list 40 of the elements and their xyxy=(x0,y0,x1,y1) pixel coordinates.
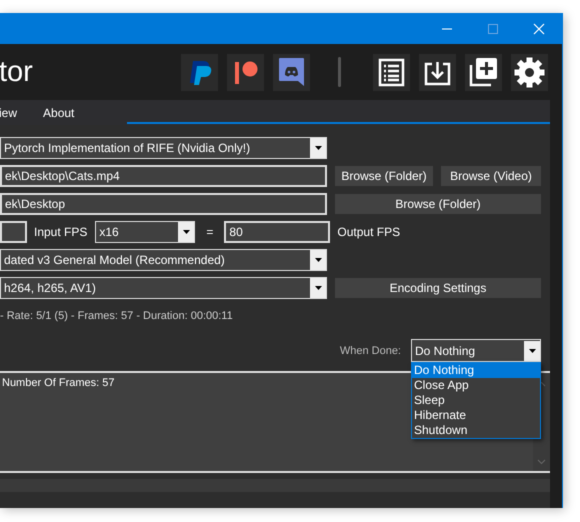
browse-button[interactable]: Browse (Video) xyxy=(441,166,541,186)
discord-icon[interactable] xyxy=(273,54,310,90)
tab[interactable]: iew xyxy=(0,106,28,120)
list-icon[interactable] xyxy=(373,54,410,90)
output-fps-field[interactable]: 80 xyxy=(224,221,330,243)
video-info: - Rate: 5/1 (5) - Frames: 57 - Duration: 00:00:11 xyxy=(0,310,234,322)
settings-icon[interactable] xyxy=(511,54,548,90)
input-fps-label: Input FPS xyxy=(34,225,88,239)
log-text: Number Of Frames: 57 xyxy=(2,377,114,389)
factor-dropdown[interactable]: x16 xyxy=(95,221,196,243)
tab[interactable]: About xyxy=(43,106,84,120)
paypal-icon[interactable] xyxy=(181,54,218,90)
output-fps-label: Output FPS xyxy=(337,225,400,239)
browse-button[interactable]: Browse (Folder) xyxy=(335,166,433,186)
dropdown-option[interactable]: Hibernate xyxy=(412,408,540,423)
encoder-dropdown[interactable]: h264, h265, AV1) xyxy=(0,277,327,299)
maximize-icon xyxy=(487,22,499,34)
caret-icon xyxy=(182,230,190,234)
when-done-dropdown[interactable]: Do Nothing xyxy=(411,339,541,362)
input-fps-field[interactable] xyxy=(0,221,27,243)
input-path-field[interactable]: ek\Desktop\Cats.mp4 xyxy=(0,165,327,187)
caret-icon xyxy=(314,146,322,150)
add-copy-icon[interactable] xyxy=(465,54,502,90)
caret-icon xyxy=(314,286,322,290)
dropdown-option[interactable]: Close App xyxy=(412,378,540,393)
caret-icon xyxy=(528,348,536,352)
equals-sign: = xyxy=(206,225,214,239)
dropdown-option[interactable]: Shutdown xyxy=(412,423,540,438)
caret-icon xyxy=(314,258,322,262)
when-done-label: When Done: xyxy=(340,344,401,356)
close-icon[interactable] xyxy=(533,22,545,34)
encoding-settings-button[interactable]: Encoding Settings xyxy=(335,278,541,298)
dropdown-option[interactable]: Do Nothing xyxy=(412,363,540,378)
patreon-icon[interactable] xyxy=(227,54,264,90)
ai-dropdown[interactable]: Pytorch Implementation of RIFE (Nvidia Only!) xyxy=(0,137,327,159)
model-dropdown[interactable]: dated v3 General Model (Recommended) xyxy=(0,249,327,271)
download-icon[interactable] xyxy=(419,54,456,90)
dropdown-option[interactable]: Sleep xyxy=(412,393,540,408)
browse-button[interactable]: Browse (Folder) xyxy=(335,194,541,214)
output-path-field[interactable]: ek\Desktop xyxy=(0,193,327,215)
